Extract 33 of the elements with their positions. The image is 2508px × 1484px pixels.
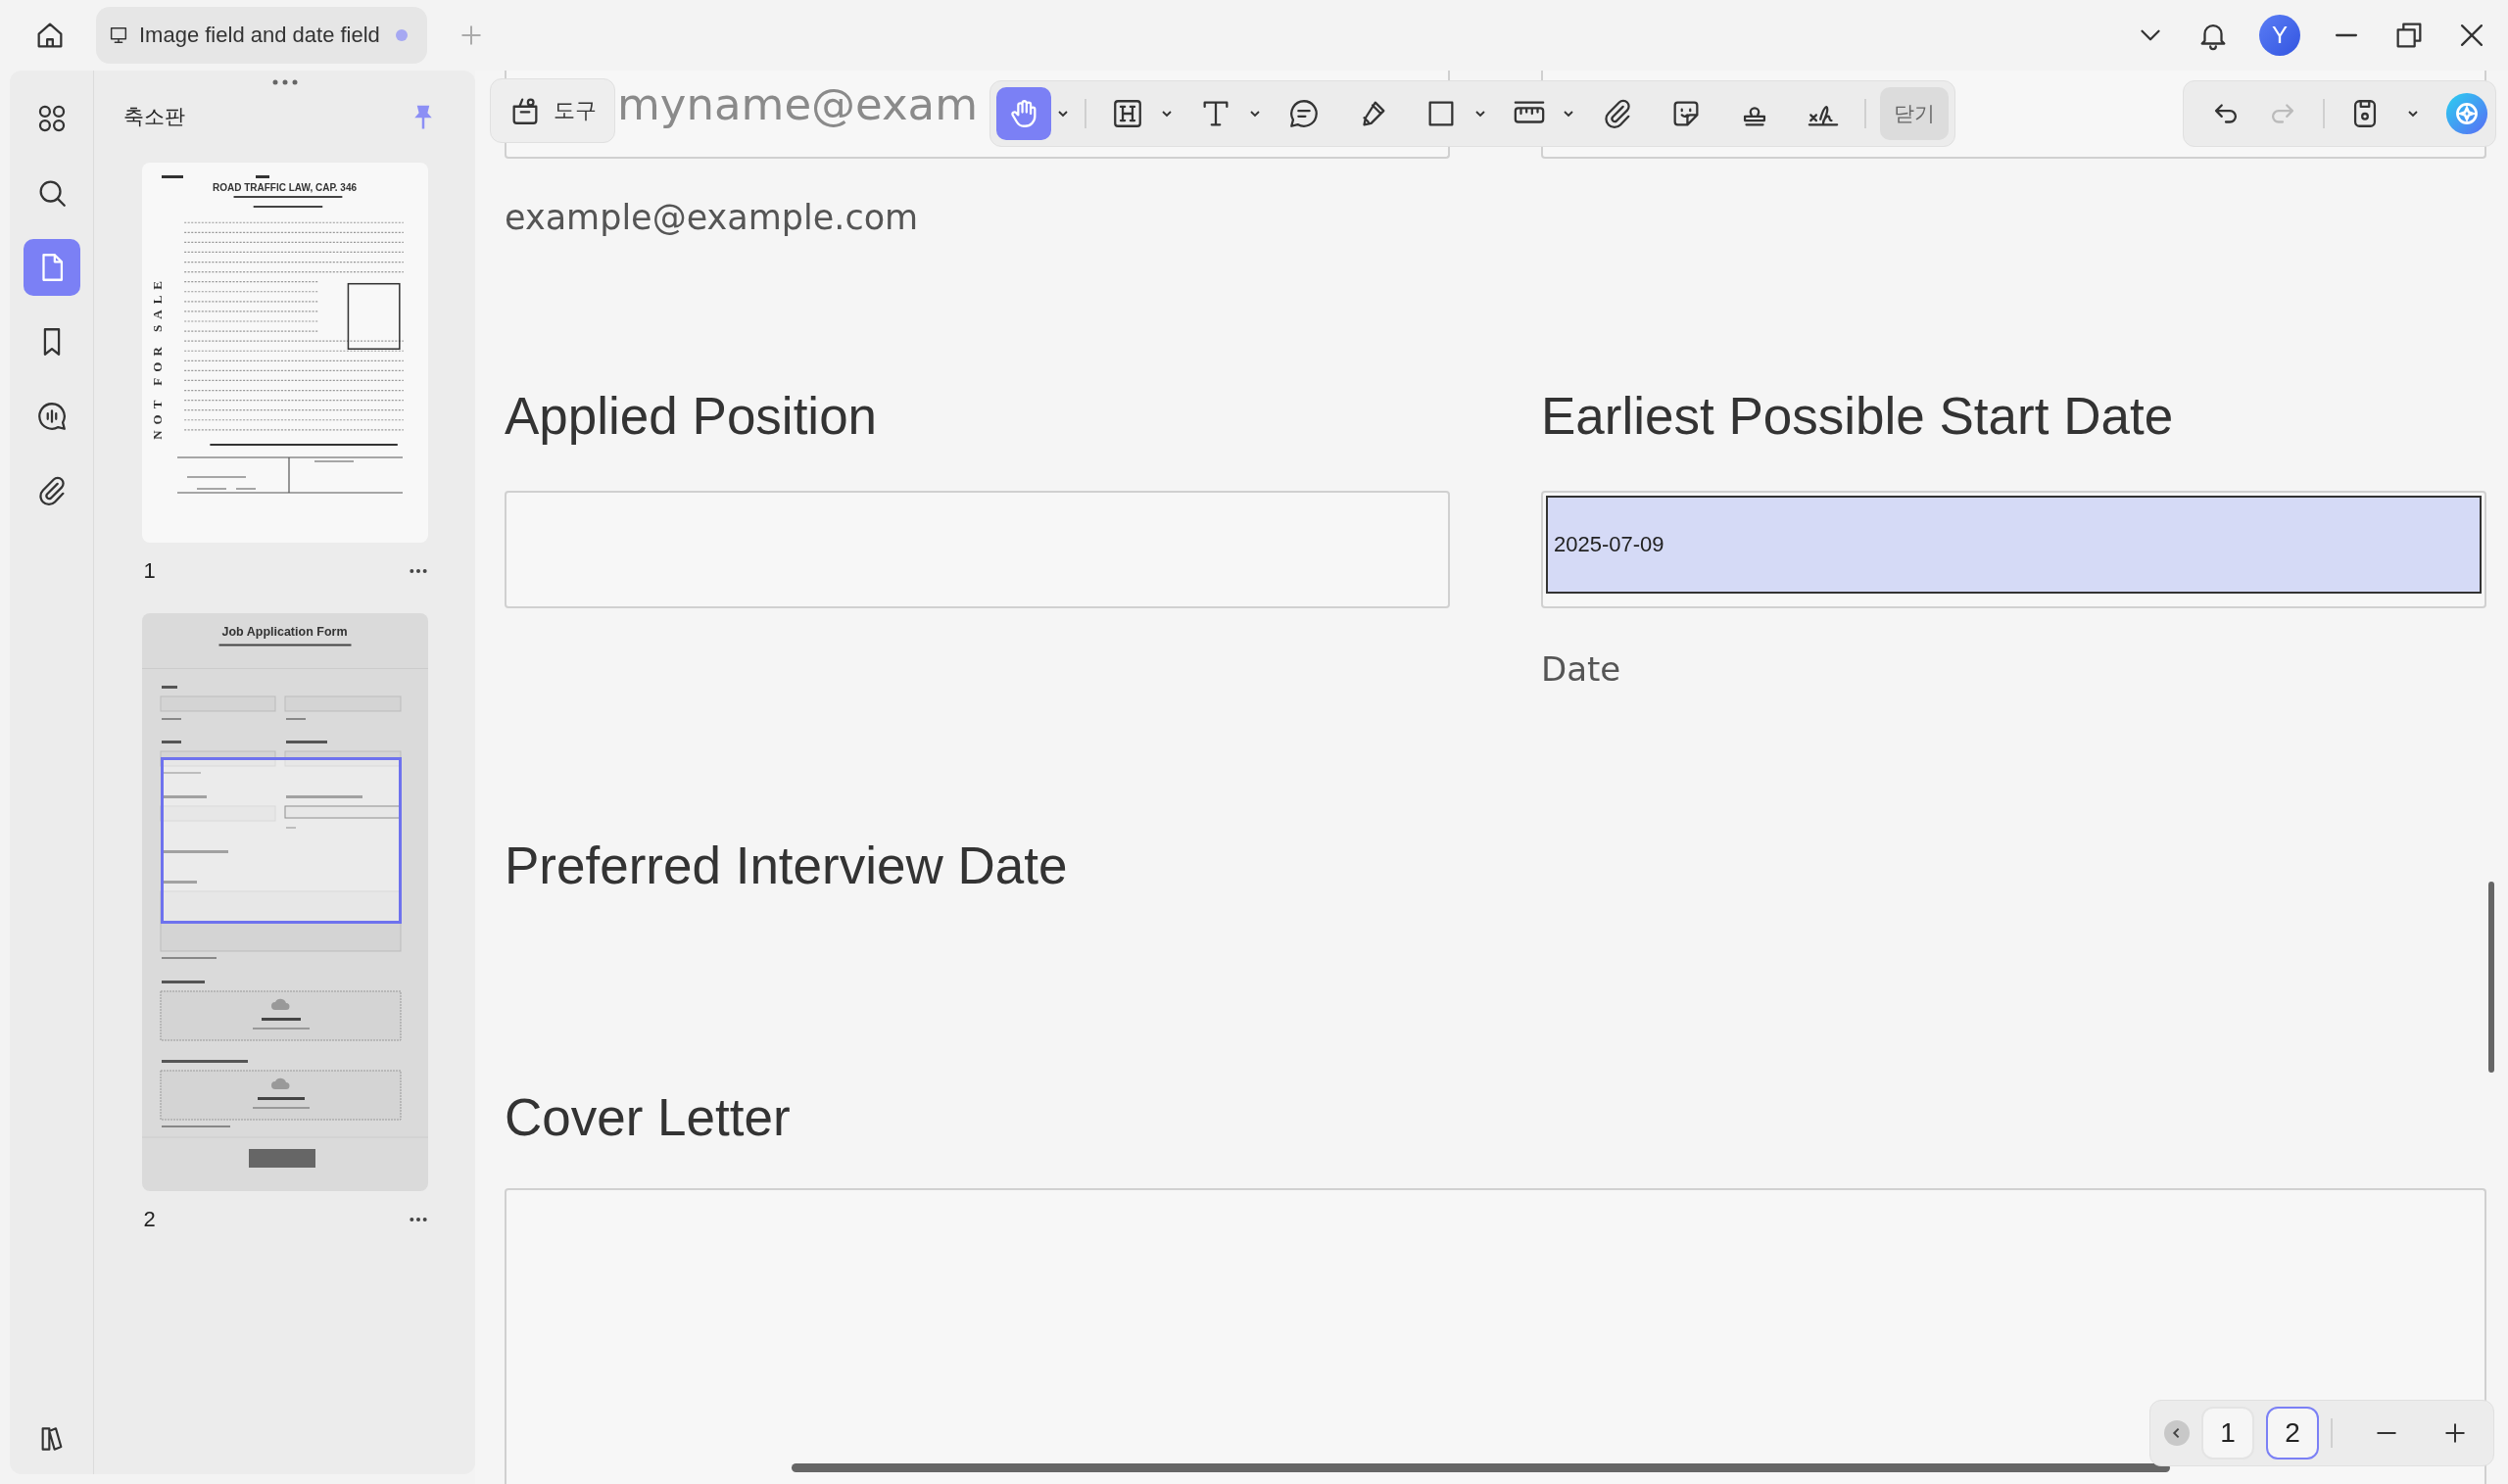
avatar[interactable]: Y — [2259, 15, 2300, 56]
form-title: Job Application Form — [221, 625, 348, 639]
vertical-label: NOT FOR SALE — [149, 275, 166, 440]
document-tab[interactable]: Image field and date field — [96, 7, 427, 64]
speech-bubble-icon — [1287, 97, 1321, 130]
assistant-icon[interactable] — [2444, 91, 2489, 136]
vertical-scrollbar[interactable] — [2488, 882, 2494, 1073]
tab-title: Image field and date field — [139, 23, 380, 48]
more-icon[interactable] — [408, 1217, 428, 1222]
tools-button[interactable]: 도구 — [490, 78, 615, 143]
more-icon[interactable] — [408, 568, 428, 574]
page-number: 2 — [143, 1207, 156, 1232]
field-hint: Date — [1541, 649, 1622, 689]
field-label: Earliest Possible Start Date — [1541, 386, 2175, 446]
previous-icon[interactable] — [2164, 1420, 2190, 1446]
cover-letter-field[interactable] — [505, 1188, 2486, 1484]
page-thumbnail[interactable]: ROAD TRAFFIC LAW, CAP. 346 NOT FOR SALE — [141, 163, 428, 543]
close-tools-button[interactable]: 닫기 — [1880, 87, 1949, 140]
page-button[interactable]: 1 — [2201, 1407, 2254, 1460]
panel-title: 축소판 — [123, 104, 185, 129]
date-field[interactable]: 2025-07-09 — [1546, 496, 2482, 594]
document-title: ROAD TRAFFIC LAW, CAP. 346 — [212, 182, 358, 193]
field-hint: example@example.com — [505, 198, 920, 237]
horizontal-scrollbar[interactable] — [792, 1463, 2170, 1472]
page-button[interactable]: 2 — [2266, 1407, 2319, 1460]
field-label: Cover Letter — [505, 1087, 792, 1147]
monitor-icon — [108, 24, 129, 46]
field-label: Preferred Interview Date — [505, 836, 1069, 895]
field-label: Applied Position — [505, 386, 879, 446]
position-field[interactable] — [505, 491, 1450, 608]
heading-icon — [1111, 97, 1144, 130]
page-number: 1 — [143, 558, 156, 584]
viewport-frame[interactable] — [160, 757, 402, 924]
